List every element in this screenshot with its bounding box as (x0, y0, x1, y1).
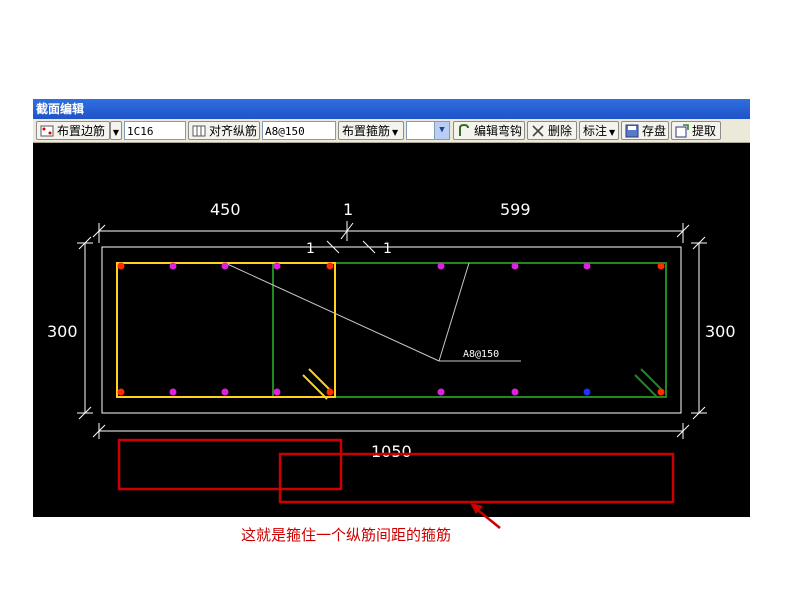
rebar-side (221, 262, 229, 270)
dim-small-right-text: 1 (383, 241, 392, 257)
rebar-side (221, 388, 229, 396)
section-editor-window: 截面编辑 布置边筋 ▼ 1C16 对齐纵筋 A8@150 布置箍筋 ▼ ▼ 编辑弯… (33, 99, 750, 517)
rebar-side (583, 262, 591, 270)
stirrup-spec-input[interactable]: A8@150 (262, 121, 336, 140)
dim-height-right-text: 300 (705, 322, 736, 341)
rebar-side (511, 262, 519, 270)
dim-total-text: 1050 (371, 442, 412, 461)
save-icon (625, 124, 639, 138)
rebar-side (169, 388, 177, 396)
delete-button[interactable]: 删除 (527, 121, 577, 140)
place-side-rebar-button[interactable]: 布置边筋 (36, 121, 110, 140)
dimension-lines (77, 221, 707, 439)
extract-button[interactable]: 提取 (671, 121, 721, 140)
save-button[interactable]: 存盘 (621, 121, 669, 140)
rebar-side (169, 262, 177, 270)
edit-hook-label: 编辑弯钩 (474, 124, 523, 138)
extract-icon (675, 124, 689, 138)
rebar-blue (583, 388, 591, 396)
yellow-stirrup[interactable] (116, 262, 336, 398)
rebar-corner (657, 262, 665, 270)
annotate-label: 标注 (583, 124, 608, 138)
side-rebar-dropdown[interactable]: ▼ (110, 121, 122, 140)
rebar-corner (326, 262, 334, 270)
delete-icon (531, 124, 545, 138)
chevron-down-icon: ▼ (112, 128, 120, 137)
rebar-corner (117, 262, 125, 270)
rebar-side (437, 262, 445, 270)
rebar-side (273, 388, 281, 396)
stirrup-type-select[interactable]: ▼ (406, 121, 450, 140)
dim-right-text: 599 (500, 200, 531, 219)
save-label: 存盘 (642, 124, 667, 138)
window-title: 截面编辑 (33, 99, 750, 119)
annotation-caption: 这就是箍住一个纵筋间距的箍筋 (241, 526, 452, 544)
extract-label: 提取 (692, 124, 717, 138)
section-drawing-canvas[interactable]: 450 1 599 1 1 300 300 1050 A8@150 (33, 143, 750, 517)
rebar-corner (326, 388, 334, 396)
edit-hook-button[interactable]: 编辑弯钩 (453, 121, 525, 140)
dim-mid-text: 1 (343, 200, 353, 219)
align-long-rebar-label: 对齐纵筋 (209, 124, 258, 138)
side-rebar-icon (40, 124, 54, 138)
annotate-button[interactable]: 标注 ▼ (579, 121, 619, 140)
dim-small-left-text: 1 (306, 241, 315, 257)
rebar-corner (117, 388, 125, 396)
place-stirrup-button[interactable]: 布置箍筋 ▼ (338, 121, 404, 140)
place-stirrup-label: 布置箍筋 (342, 124, 391, 138)
align-long-rebar-button[interactable]: 对齐纵筋 (188, 121, 260, 140)
rebar-side (273, 262, 281, 270)
hook-icon (457, 123, 471, 138)
delete-label: 删除 (548, 124, 573, 138)
rebar-spec-input[interactable]: 1C16 (124, 121, 186, 140)
stirrup-label: A8@150 (463, 349, 499, 360)
rebar-points (117, 262, 665, 396)
green-stirrup[interactable] (272, 262, 667, 398)
stirrup-leader (224, 262, 521, 362)
place-side-rebar-label: 布置边筋 (57, 124, 106, 138)
rebar-side (437, 388, 445, 396)
section-outline (101, 246, 682, 414)
chevron-down-icon: ▼ (608, 128, 616, 137)
align-icon (192, 124, 206, 138)
dim-left-text: 450 (210, 200, 241, 219)
rebar-side (511, 388, 519, 396)
chevron-down-icon: ▼ (434, 122, 449, 139)
chevron-down-icon: ▼ (391, 128, 399, 137)
dim-height-left-text: 300 (47, 322, 78, 341)
toolbar: 布置边筋 ▼ 1C16 对齐纵筋 A8@150 布置箍筋▼ ▼ 编辑弯钩 删除 (33, 119, 750, 143)
rebar-corner (657, 388, 665, 396)
